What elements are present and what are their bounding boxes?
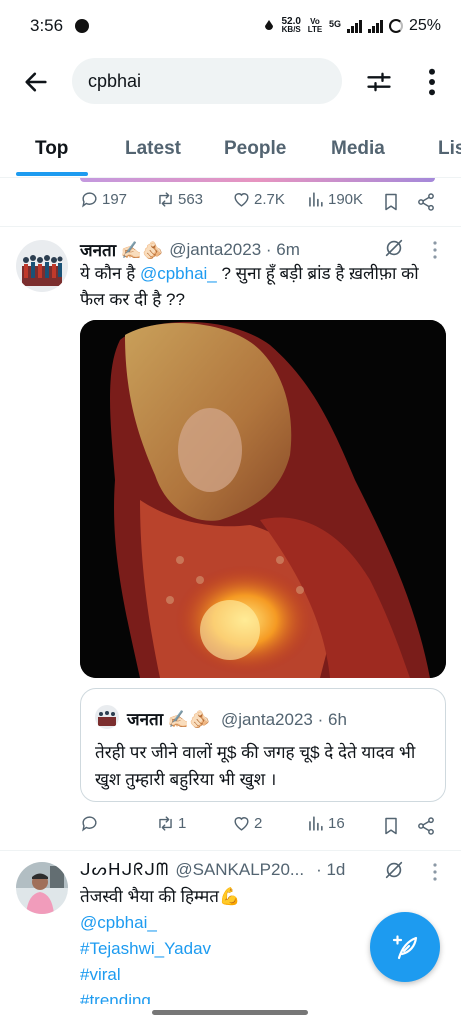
hashtag-link[interactable]: #trending	[80, 988, 440, 1004]
notification-icon	[75, 19, 90, 33]
avatar-janta[interactable]	[16, 240, 68, 292]
reply-icon	[82, 816, 97, 832]
tweet-divider	[0, 850, 461, 851]
handle[interactable]: @SANKALP20...	[175, 860, 304, 880]
quoted-text: तेरही पर जीने वालों मू$ की जगह चू$ दे दे…	[95, 743, 416, 789]
grok-icon[interactable]	[383, 237, 405, 259]
handle-and-time[interactable]: @janta2023 · 6m	[169, 240, 300, 260]
search-tabs: Top Latest People Media Lis	[0, 122, 461, 178]
prev-tweet-actions: 197 563 2.7K 190K	[80, 190, 440, 216]
quoted-display-name: जनता ✍🏻🫵🏻	[127, 710, 211, 729]
filter-icon[interactable]	[365, 68, 393, 96]
data-saver-icon	[265, 20, 274, 30]
compose-button[interactable]	[370, 912, 440, 982]
volte-indicator: Vo LTE	[307, 17, 323, 34]
signal-2-icon	[367, 19, 383, 33]
quoted-avatar	[95, 705, 119, 729]
tweet-header: ᒍᔕᕼᒍᖇᒍᗰ @SANKALP20... · 1d	[80, 860, 345, 880]
active-tab-indicator	[16, 172, 88, 176]
quoted-header: जनता ✍🏻🫵🏻 @janta2023 · 6h	[127, 707, 347, 730]
tweet-video[interactable]	[80, 320, 446, 678]
compose-feather-icon	[392, 935, 418, 960]
more-options-icon[interactable]	[418, 66, 446, 98]
avatar-sankalp[interactable]	[16, 862, 68, 914]
tweet-time: · 1d	[316, 860, 346, 879]
heart-icon	[234, 817, 249, 831]
net-speed: 52.0 KB/S	[281, 16, 301, 34]
tweet-menu-icon[interactable]	[431, 861, 439, 883]
like-button[interactable]: 2.7K	[232, 190, 285, 209]
back-arrow-icon[interactable]	[22, 68, 50, 96]
tab-lists[interactable]: Lis	[438, 138, 461, 160]
bookmark-icon[interactable]	[381, 816, 401, 836]
home-indicator	[152, 1010, 308, 1015]
mention-link[interactable]: @cpbhai_	[140, 264, 217, 283]
repost-count: 1	[178, 815, 187, 832]
tweet-text: ये कौन है @cpbhai_ ? सुना हूँ बड़ी ब्रां…	[80, 264, 419, 309]
repost-count: 563	[178, 191, 204, 208]
search-input[interactable]: cpbhai	[72, 58, 342, 104]
views-icon	[309, 192, 323, 207]
repost-icon	[159, 192, 172, 207]
battery-level: 25%	[408, 17, 441, 34]
tweet-header: जनता ✍🏻🫵🏻 @janta2023 · 6m	[80, 238, 300, 261]
previous-tweet-media-edge	[80, 178, 435, 182]
repost-icon	[159, 816, 172, 831]
views-icon	[309, 816, 323, 831]
reply-button[interactable]	[80, 814, 99, 833]
views-button[interactable]: 16	[306, 814, 345, 833]
status-right: 52.0 KB/S Vo LTE 5G 25%	[263, 17, 441, 35]
status-bar: 3:56 52.0 KB/S Vo LTE 5G 25%	[0, 0, 461, 52]
status-time: 3:56	[30, 16, 64, 35]
share-icon[interactable]	[416, 192, 436, 212]
heart-icon	[234, 193, 249, 207]
tab-latest[interactable]: Latest	[125, 138, 181, 160]
signal-icon	[346, 19, 362, 33]
like-button[interactable]: 2	[232, 814, 262, 833]
like-count: 2	[254, 815, 263, 832]
view-count: 190K	[328, 191, 364, 208]
display-name[interactable]: ᒍᔕᕼᒍᖇᒍᗰ	[80, 860, 169, 880]
bookmark-icon[interactable]	[381, 192, 401, 212]
tweet-divider	[0, 226, 461, 227]
tweet-menu-icon[interactable]	[431, 239, 439, 261]
tweet-actions: 1 2 16	[80, 814, 440, 840]
tab-media[interactable]: Media	[331, 138, 385, 160]
repost-button[interactable]: 1	[156, 814, 186, 833]
display-name[interactable]: जनता ✍🏻🫵🏻	[80, 238, 163, 261]
reply-icon	[82, 192, 97, 208]
quoted-tweet[interactable]: जनता ✍🏻🫵🏻 @janta2023 · 6h तेरही पर जीने …	[80, 688, 446, 802]
search-query: cpbhai	[88, 70, 142, 91]
tab-people[interactable]: People	[224, 138, 286, 160]
share-icon[interactable]	[416, 816, 436, 836]
views-button[interactable]: 190K	[306, 190, 363, 209]
quoted-handle: @janta2023 · 6h	[220, 710, 347, 729]
battery-icon	[388, 19, 403, 33]
network-type: 5G	[328, 19, 341, 29]
reply-count: 197	[102, 191, 128, 208]
like-count: 2.7K	[254, 191, 285, 208]
tab-top[interactable]: Top	[35, 138, 68, 160]
repost-button[interactable]: 563	[156, 190, 203, 209]
grok-icon[interactable]	[383, 859, 405, 881]
video-frame	[80, 320, 446, 678]
reply-button[interactable]: 197	[80, 190, 127, 209]
view-count: 16	[328, 815, 345, 832]
search-header: cpbhai	[0, 56, 461, 108]
